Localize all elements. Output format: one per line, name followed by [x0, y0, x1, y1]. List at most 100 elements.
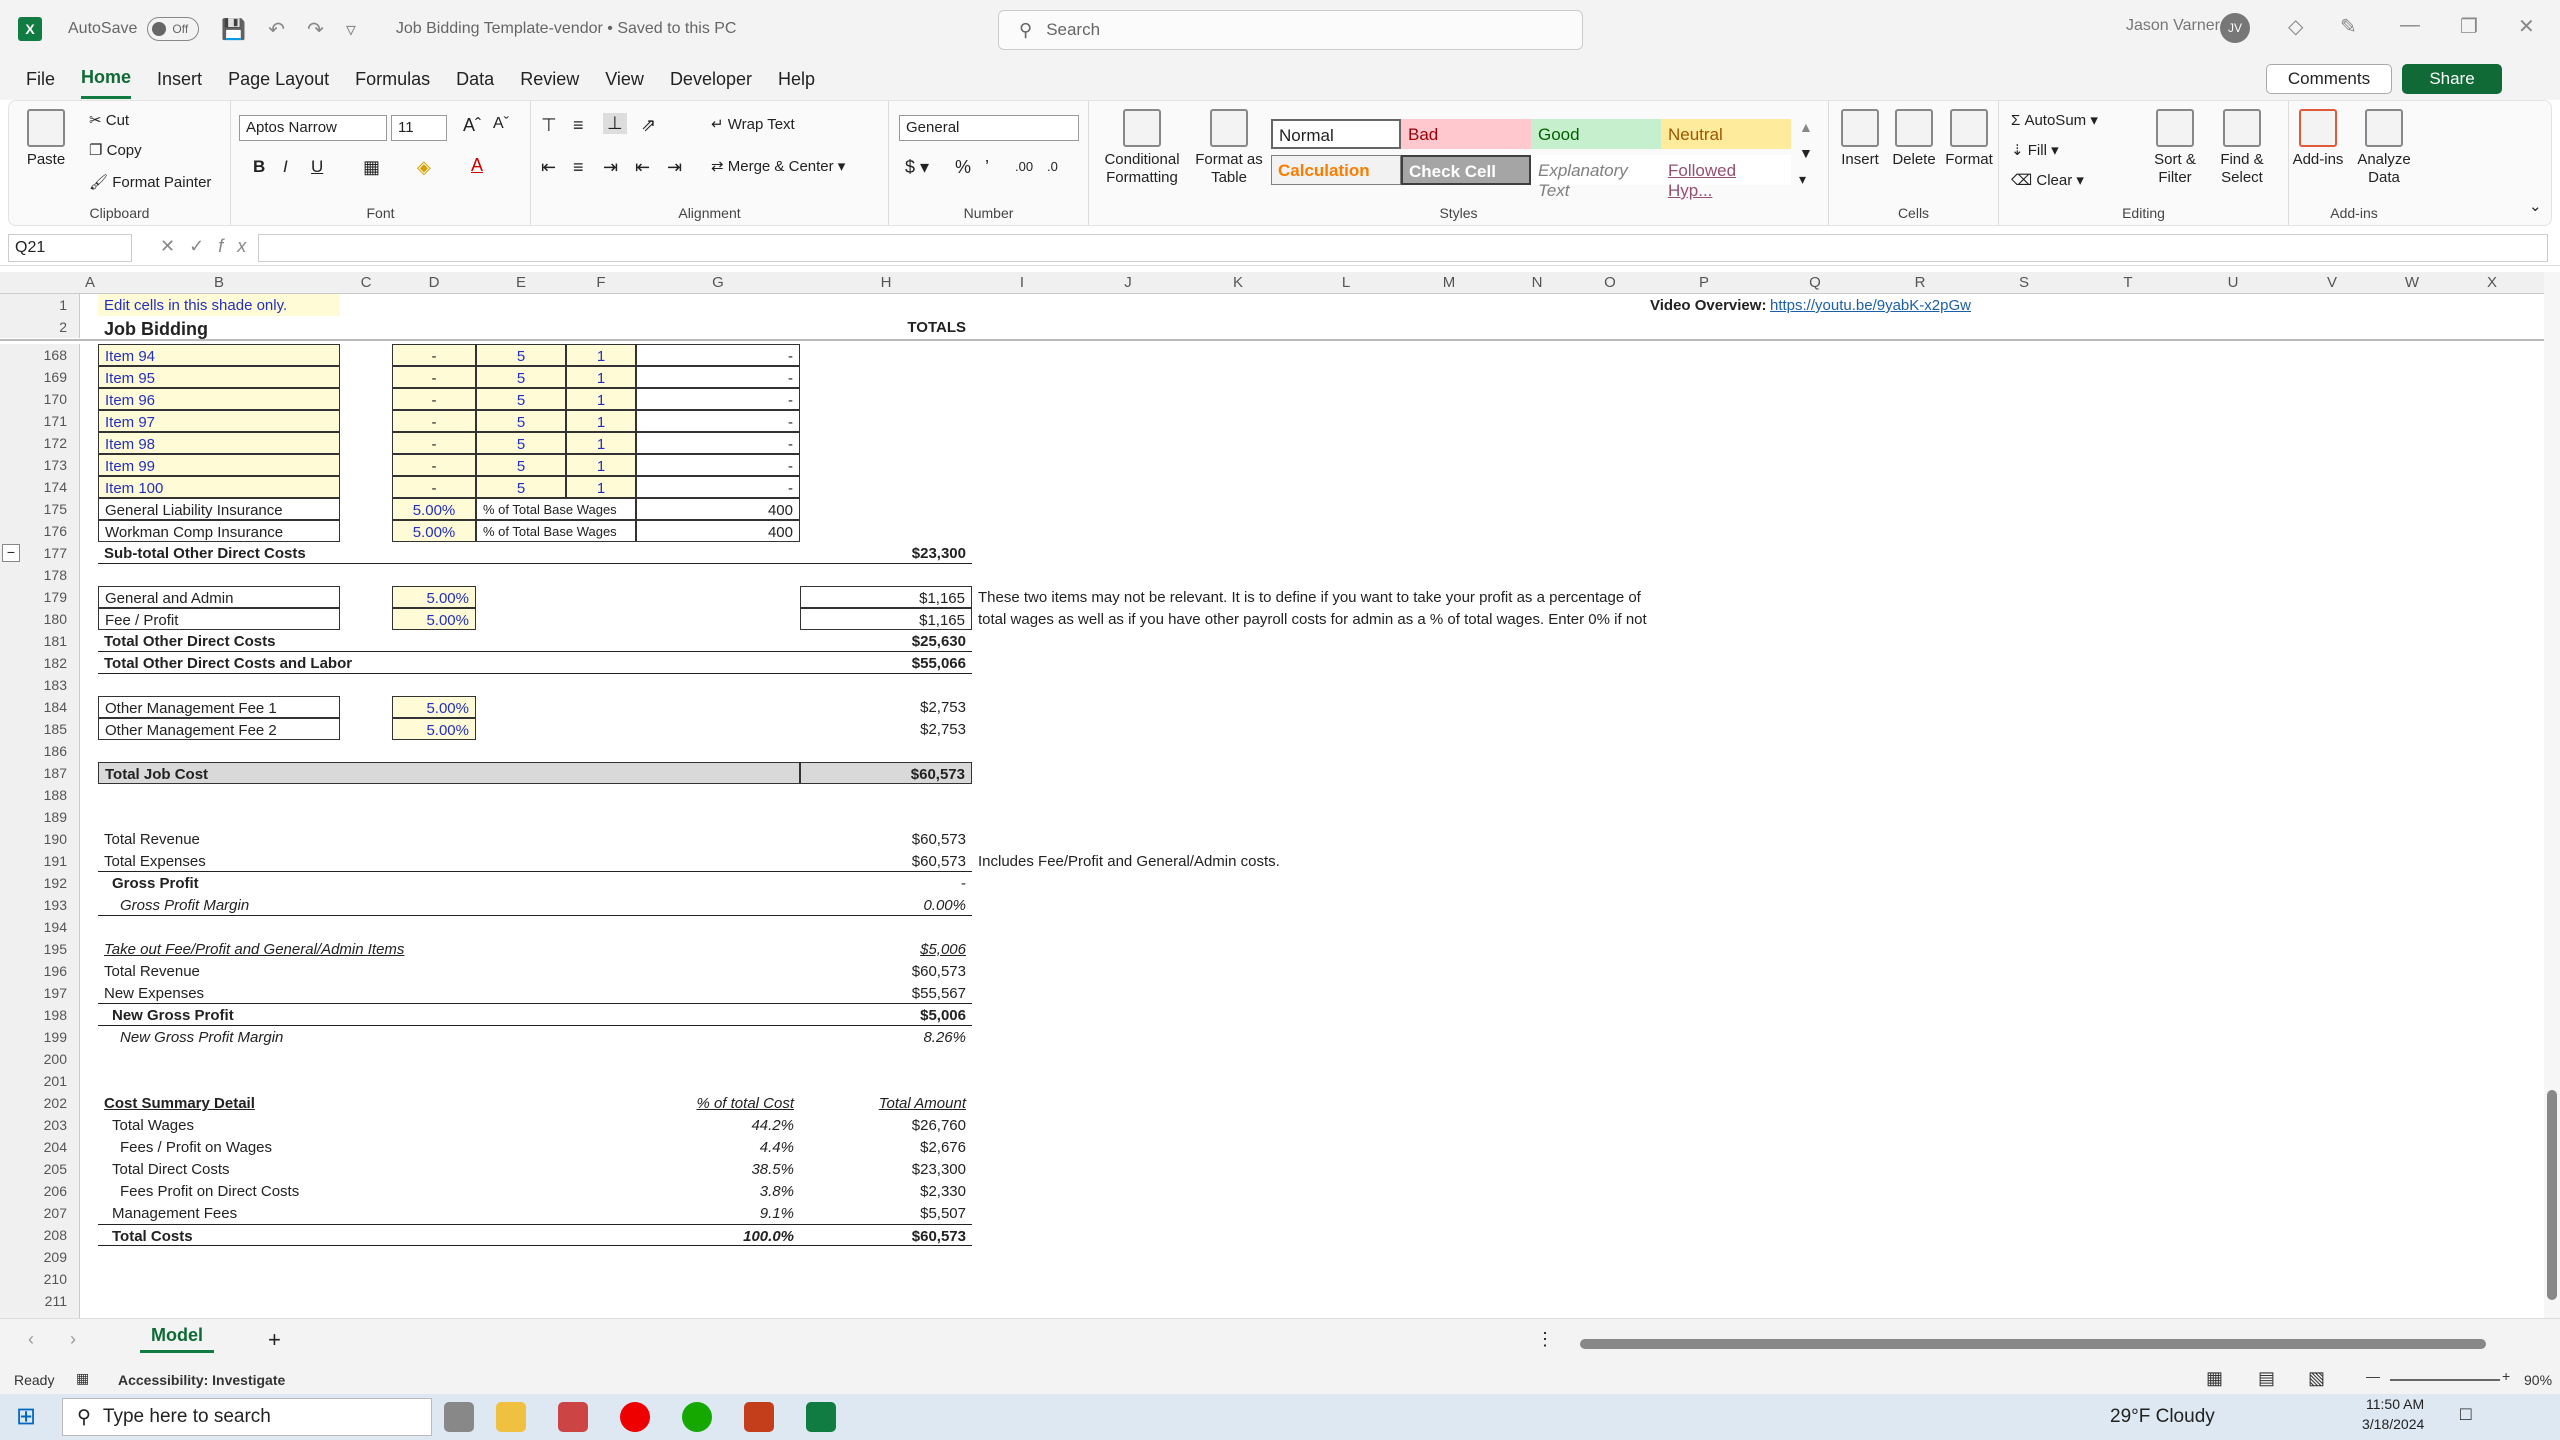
item-value[interactable]: - — [392, 432, 476, 454]
row-header[interactable]: 186 — [0, 740, 80, 762]
row-header[interactable]: 173 — [0, 454, 80, 476]
item-total[interactable]: - — [636, 476, 800, 498]
row-header[interactable]: 206 — [0, 1180, 80, 1202]
row-header[interactable]: 205 — [0, 1158, 80, 1180]
gross-profit-label[interactable]: Gross Profit — [98, 872, 800, 894]
cost-summary-label[interactable]: Cost Summary Detail — [98, 1092, 340, 1114]
admin-label[interactable]: General and Admin — [98, 586, 340, 608]
column-header-j[interactable]: J — [1072, 274, 1184, 291]
normal-view-icon[interactable]: ▦ — [2206, 1368, 2223, 1389]
take-out-value[interactable]: $5,006 — [800, 938, 972, 960]
font-size-combo[interactable]: 11 — [391, 115, 447, 141]
align-bottom-icon[interactable]: ⊥ — [603, 113, 627, 134]
fee-pct[interactable]: 5.00% — [392, 608, 476, 630]
item-total[interactable]: - — [636, 344, 800, 366]
new-margin-label[interactable]: New Gross Profit Margin — [98, 1026, 800, 1048]
formula-input[interactable] — [258, 234, 2548, 262]
mgmt-fee-1-value[interactable]: $2,753 — [800, 696, 972, 718]
fee-value[interactable]: $1,165 — [800, 608, 972, 630]
insert-cells-button[interactable]: Insert — [1833, 109, 1887, 169]
tab-file[interactable]: File — [26, 61, 55, 98]
zoom-slider[interactable] — [2390, 1379, 2500, 1381]
column-header-o[interactable]: O — [1576, 274, 1644, 291]
more-options-icon[interactable]: ⋮ — [1536, 1329, 1554, 1350]
summary-pct[interactable]: 4.4% — [636, 1136, 800, 1158]
row-header[interactable]: 210 — [0, 1268, 80, 1290]
row-header[interactable]: 188 — [0, 784, 80, 806]
summary-label[interactable]: Management Fees — [98, 1202, 636, 1224]
taskbar-search[interactable]: ⚲ Type here to search — [62, 1398, 432, 1436]
comments-button[interactable]: Comments — [2266, 64, 2392, 94]
column-header-w[interactable]: W — [2380, 274, 2444, 291]
sort-filter-button[interactable]: Sort & Filter — [2145, 109, 2205, 187]
weather[interactable]: 29°F Cloudy — [2110, 1406, 2215, 1428]
item-value[interactable]: - — [392, 388, 476, 410]
format-as-table-button[interactable]: Format as Table — [1189, 109, 1269, 187]
document-title[interactable]: Job Bidding Template-vendor • Saved to t… — [396, 20, 737, 38]
row-header[interactable]: 202 — [0, 1092, 80, 1114]
file-explorer-icon[interactable] — [496, 1402, 526, 1432]
sheet-title[interactable]: Job Bidding — [98, 316, 340, 339]
row-header[interactable]: 183 — [0, 674, 80, 696]
column-header-n[interactable]: N — [1498, 274, 1576, 291]
new-margin-value[interactable]: 8.26% — [800, 1026, 972, 1048]
pct-total-header[interactable]: % of total Cost — [636, 1092, 800, 1114]
summary-pct[interactable]: 3.8% — [636, 1180, 800, 1202]
item-name[interactable]: Item 98 — [98, 432, 340, 454]
summary-label[interactable]: Total Wages — [98, 1114, 636, 1136]
column-header-m[interactable]: M — [1400, 274, 1498, 291]
tab-page-layout[interactable]: Page Layout — [228, 61, 329, 98]
item-name[interactable]: Item 95 — [98, 366, 340, 388]
fee-note[interactable]: total wages as well as if you have other… — [972, 608, 1647, 630]
save-icon[interactable]: 💾 — [221, 17, 246, 42]
item-qty[interactable]: 5 — [476, 388, 566, 410]
row-header[interactable]: 194 — [0, 916, 80, 938]
borders-icon[interactable]: ▦ — [363, 157, 380, 178]
mgmt-fee-2-label[interactable]: Other Management Fee 2 — [98, 718, 340, 740]
row-header[interactable]: 187 — [0, 762, 80, 784]
total-odc-value[interactable]: $25,630 — [800, 630, 972, 652]
row-header[interactable]: 168 — [0, 344, 80, 366]
column-header-v[interactable]: V — [2284, 274, 2380, 291]
item-value[interactable]: - — [392, 476, 476, 498]
column-header-a[interactable]: A — [82, 274, 98, 291]
diamond-icon[interactable]: ◇ — [2288, 14, 2303, 39]
summary-pct[interactable]: 9.1% — [636, 1202, 800, 1224]
item-count[interactable]: 1 — [566, 344, 636, 366]
summary-label[interactable]: Fees / Profit on Wages — [98, 1136, 636, 1158]
excel-taskbar-icon[interactable] — [806, 1402, 836, 1432]
total-revenue-value[interactable]: $60,573 — [800, 828, 972, 850]
total-job-cost-value[interactable]: $60,573 — [800, 762, 972, 784]
worksheet-grid[interactable]: 1 2 168 169 170 171 172 173 174 175 176 177 178 179 18… — [0, 294, 2544, 1318]
totals-header[interactable]: TOTALS — [800, 316, 972, 338]
increase-indent-icon[interactable]: ⇥ — [667, 157, 682, 178]
autosum-button[interactable]: Σ AutoSum ▾ — [2011, 111, 2098, 129]
column-header-k[interactable]: K — [1184, 274, 1292, 291]
total-revenue-label[interactable]: Total Revenue — [98, 828, 340, 850]
row-header[interactable]: 2 — [0, 316, 80, 338]
total-expenses-value[interactable]: $60,573 — [800, 850, 972, 872]
font-color-icon[interactable]: A — [471, 155, 483, 176]
font-name-combo[interactable]: Aptos Narrow — [239, 115, 387, 141]
decrease-decimal-icon[interactable]: .0 — [1047, 159, 1058, 174]
tab-review[interactable]: Review — [520, 61, 579, 98]
task-view-icon[interactable] — [444, 1402, 474, 1432]
autosave-toggle[interactable]: Off — [147, 17, 200, 41]
tab-data[interactable]: Data — [456, 61, 494, 98]
row-header[interactable]: 196 — [0, 960, 80, 982]
video-link[interactable]: https://youtu.be/9yabK-x2pGw — [1764, 294, 1974, 316]
clear-button[interactable]: ⌫ Clear ▾ — [2011, 171, 2084, 189]
merge-center-button[interactable]: ⇄ Merge & Center ▾ — [711, 157, 845, 175]
minimize-icon[interactable]: — — [2400, 14, 2420, 37]
styles-more-icon[interactable]: ▾ — [1799, 171, 1806, 188]
row-header[interactable]: 180 — [0, 608, 80, 630]
column-header-b[interactable]: B — [98, 274, 340, 291]
styles-scroll-down-icon[interactable]: ▼ — [1799, 145, 1813, 161]
align-center-icon[interactable]: ≡ — [573, 157, 584, 178]
row-header[interactable]: 192 — [0, 872, 80, 894]
row-header[interactable]: 175 — [0, 498, 80, 520]
column-header-g[interactable]: G — [636, 274, 800, 291]
prev-sheet-icon[interactable]: ‹ — [28, 1329, 34, 1350]
format-painter-button[interactable]: 🖌 Format Painter — [89, 173, 211, 191]
row-header[interactable]: 184 — [0, 696, 80, 718]
